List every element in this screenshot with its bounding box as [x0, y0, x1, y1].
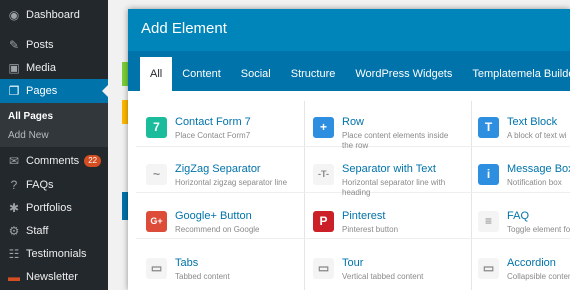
- admin-sidebar: ◉ Dashboard ✎ Posts ▣ Media ❐ Pages All Page…: [0, 0, 108, 290]
- element-title: ZigZag Separator: [175, 163, 261, 175]
- element-card-contact-form-7[interactable]: 7 Contact Form 7 Place Contact Form7: [146, 108, 293, 152]
- testimonials-icon: ☷: [8, 247, 20, 261]
- sidebar-item-comments[interactable]: ✉ Comments 22: [0, 149, 108, 173]
- sidebar-item-newsletter[interactable]: ▬ Newsletter: [0, 265, 108, 289]
- faq-icon: ?: [10, 178, 18, 192]
- newsletter-icon: ▬: [8, 270, 20, 284]
- element-title: Tabs: [175, 257, 199, 269]
- sidebar-item-portfolios[interactable]: ✱ Portfolios: [0, 196, 108, 220]
- pages-icon: ❐: [8, 84, 20, 98]
- sidebar-item-faqs[interactable]: ? FAQs: [0, 173, 108, 197]
- element-title: Google+ Button: [175, 210, 252, 222]
- sidebar-item-label: Newsletter: [26, 271, 78, 283]
- element-title: Accordion: [507, 257, 556, 269]
- element-card-pinterest[interactable]: P Pinterest Pinterest button: [313, 202, 460, 246]
- element-description: Toggle element for: [507, 225, 570, 234]
- element-description: Horizontal separator line with heading: [342, 178, 446, 197]
- element-card-google-button[interactable]: G+ Google+ Button Recommend on Google: [146, 202, 293, 246]
- faq-icon: ≡: [478, 211, 499, 232]
- sidebar-item-label: Pages: [26, 85, 58, 97]
- sidebar-item-label: Staff: [26, 225, 49, 237]
- text-block-icon: T: [478, 117, 499, 138]
- row-icon: +: [313, 117, 334, 138]
- sidebar-item-testimonials[interactable]: ☷ Testimonials: [0, 242, 108, 266]
- sidebar-item-label: Testimonials: [26, 248, 87, 260]
- element-description: Vertical tabbed content: [342, 272, 424, 281]
- element-title: Message Box: [507, 163, 570, 175]
- element-description: Tabbed content: [175, 272, 230, 281]
- element-description: Place content elements inside the row: [342, 131, 449, 150]
- element-description: Horizontal zigzag separator line: [175, 178, 288, 187]
- sidebar-item-label: Posts: [26, 39, 54, 51]
- portfolio-icon: ✱: [8, 201, 20, 215]
- element-card-faq[interactable]: ≡ FAQ Toggle element for: [478, 202, 570, 246]
- sidebar-item-media[interactable]: ▣ Media: [0, 56, 108, 80]
- element-card-zigzag-separator[interactable]: ~ ZigZag Separator Horizontal zigzag separ…: [146, 155, 293, 199]
- element-title: Separator with Text: [342, 163, 436, 175]
- accordion-icon: ▭: [478, 258, 499, 279]
- submenu-add-new[interactable]: Add New: [8, 130, 49, 141]
- dashboard-icon: ◉: [8, 8, 20, 22]
- submenu-all-pages[interactable]: All Pages: [8, 111, 53, 122]
- sidebar-item-staff[interactable]: ⚙ Staff: [0, 219, 108, 243]
- pinterest-icon: P: [313, 211, 334, 232]
- element-title: Tour: [342, 257, 364, 269]
- sidebar-item-label: Comments: [26, 155, 80, 167]
- media-icon: ▣: [8, 61, 20, 75]
- sidebar-item-pages[interactable]: ❐ Pages: [0, 79, 108, 103]
- staff-icon: ⚙: [8, 224, 20, 238]
- element-card-row[interactable]: + Row Place content elements inside the ro…: [313, 108, 460, 152]
- comments-count-badge: 22: [84, 155, 102, 167]
- element-title: Pinterest: [342, 210, 386, 222]
- element-title: Contact Form 7: [175, 116, 251, 128]
- comments-icon: ✉: [8, 154, 20, 168]
- element-title: FAQ: [507, 210, 530, 222]
- pages-submenu: All Pages Add New: [0, 103, 108, 147]
- tabs-icon: ▭: [146, 258, 167, 279]
- element-card-tour[interactable]: ▭ Tour Vertical tabbed content: [313, 249, 460, 290]
- element-card-separator-with-text[interactable]: -T- Separator with Text Horizontal separat…: [313, 155, 460, 199]
- element-title: Row: [342, 116, 365, 128]
- element-card-text-block[interactable]: T Text Block A block of text wi: [478, 108, 570, 152]
- google-button-icon: G+: [146, 211, 167, 232]
- element-card-tabs[interactable]: ▭ Tabs Tabbed content: [146, 249, 293, 290]
- element-grid: 7 Contact Form 7 Place Contact Form7 + Row Pl…: [128, 9, 570, 290]
- element-description: A block of text wi: [507, 131, 567, 140]
- tour-icon: ▭: [313, 258, 334, 279]
- element-description: Place Contact Form7: [175, 131, 251, 140]
- element-description: Recommend on Google: [175, 225, 260, 234]
- element-description: Pinterest button: [342, 225, 399, 234]
- sidebar-item-label: FAQs: [26, 179, 54, 191]
- element-description: Collapsible conten: [507, 272, 570, 281]
- element-card-message-box[interactable]: i Message Box Notification box: [478, 155, 570, 199]
- contact-form-7-icon: 7: [146, 117, 167, 138]
- sidebar-item-posts[interactable]: ✎ Posts: [0, 33, 108, 57]
- zigzag-separator-icon: ~: [146, 164, 167, 185]
- element-title: Text Block: [507, 116, 558, 128]
- separator-with-text-icon: -T-: [313, 164, 334, 185]
- message-box-icon: i: [478, 164, 499, 185]
- sidebar-item-dashboard[interactable]: ◉ Dashboard: [0, 3, 108, 27]
- element-description: Notification box: [507, 178, 562, 187]
- element-card-accordion[interactable]: ▭ Accordion Collapsible conten: [478, 249, 570, 290]
- pin-icon: ✎: [8, 38, 20, 52]
- sidebar-item-label: Dashboard: [26, 9, 80, 21]
- sidebar-item-label: Portfolios: [26, 202, 72, 214]
- sidebar-item-label: Media: [26, 62, 56, 74]
